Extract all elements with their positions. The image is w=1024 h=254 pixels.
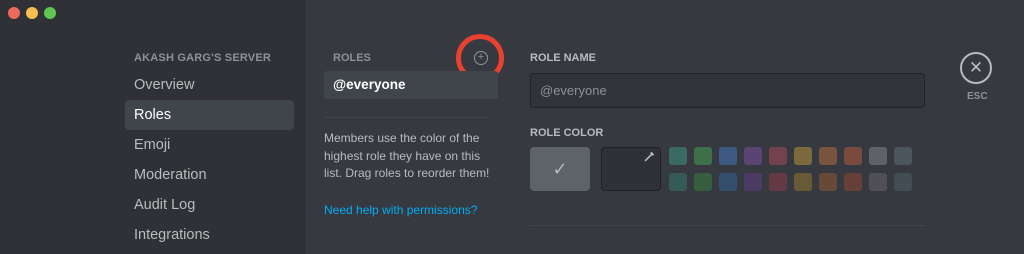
color-swatch[interactable] — [869, 147, 887, 165]
permissions-help-link[interactable]: Need help with permissions? — [324, 203, 477, 217]
color-swatch[interactable] — [794, 147, 812, 165]
window-maximize-button[interactable] — [44, 7, 56, 19]
color-swatch[interactable] — [719, 173, 737, 191]
color-swatch[interactable] — [744, 147, 762, 165]
eyedropper-icon — [644, 151, 655, 162]
color-swatch[interactable] — [669, 147, 687, 165]
color-palette — [669, 147, 927, 191]
server-name-heading: AKASH GARG'S SERVER — [134, 52, 272, 64]
roles-heading: ROLES — [333, 52, 371, 64]
color-swatch[interactable] — [894, 147, 912, 165]
sidebar-item-audit-log[interactable]: Audit Log — [125, 190, 294, 220]
window-controls — [8, 7, 56, 19]
color-swatch[interactable] — [894, 173, 912, 191]
color-swatch[interactable] — [694, 173, 712, 191]
role-item-everyone[interactable]: @everyone — [324, 71, 498, 99]
roles-help-text: Members use the color of the highest rol… — [324, 131, 490, 180]
color-swatch[interactable] — [819, 147, 837, 165]
color-swatch[interactable] — [794, 173, 812, 191]
sidebar-item-moderation[interactable]: Moderation — [125, 160, 294, 190]
close-icon: ✕ — [968, 58, 984, 77]
checkmark-icon: ✓ — [552, 159, 568, 179]
color-swatch[interactable] — [844, 147, 862, 165]
close-button[interactable]: ✕ — [960, 52, 992, 84]
color-swatch[interactable] — [719, 147, 737, 165]
role-color-label: ROLE COLOR — [530, 127, 604, 139]
color-swatch[interactable] — [694, 147, 712, 165]
window-close-button[interactable] — [8, 7, 20, 19]
sidebar-item-roles[interactable]: Roles — [125, 100, 294, 130]
divider — [324, 117, 488, 118]
esc-label: ESC — [967, 91, 988, 102]
sidebar-item-overview[interactable]: Overview — [125, 70, 294, 100]
color-swatch[interactable] — [844, 173, 862, 191]
custom-color-swatch[interactable] — [601, 147, 661, 191]
divider — [530, 225, 925, 226]
sidebar-item-integrations[interactable]: Integrations — [125, 220, 294, 250]
plus-circle-icon[interactable]: + — [474, 51, 488, 65]
color-swatch[interactable] — [769, 147, 787, 165]
color-swatch[interactable] — [869, 173, 887, 191]
role-name-label: ROLE NAME — [530, 52, 596, 64]
color-swatch[interactable] — [769, 173, 787, 191]
color-swatch[interactable] — [744, 173, 762, 191]
role-name-input[interactable] — [530, 73, 925, 108]
settings-nav: Overview Roles Emoji Moderation Audit Lo… — [125, 70, 294, 250]
color-swatch[interactable] — [669, 173, 687, 191]
color-swatch[interactable] — [819, 173, 837, 191]
window-minimize-button[interactable] — [26, 7, 38, 19]
settings-sidebar: AKASH GARG'S SERVER Overview Roles Emoji… — [0, 0, 306, 254]
default-color-swatch[interactable]: ✓ — [530, 147, 590, 191]
sidebar-item-emoji[interactable]: Emoji — [125, 130, 294, 160]
